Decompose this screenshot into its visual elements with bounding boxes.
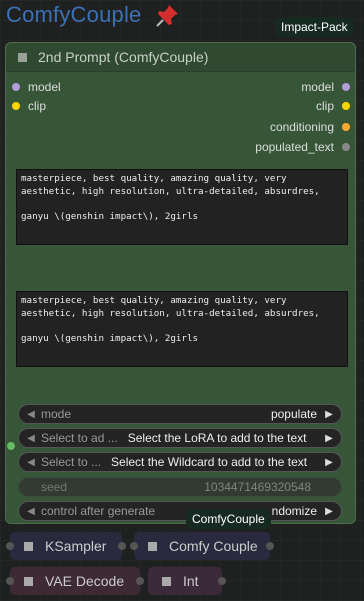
- wildcard-select-combo[interactable]: ◀ Select to ... Select the Wildcard to a…: [18, 452, 342, 472]
- widget-label: control after generate: [41, 504, 156, 518]
- group-title: ComfyCouple: [6, 2, 142, 27]
- conditioning-output-dot[interactable]: [342, 123, 350, 131]
- output-slot-populated-text[interactable]: populated_text: [255, 140, 350, 154]
- input-slot-model[interactable]: model: [12, 80, 61, 94]
- seed-field[interactable]: seed 1034471469320548: [18, 477, 342, 497]
- output-label: populated_text: [255, 140, 334, 154]
- output-slot-model[interactable]: model: [301, 80, 350, 94]
- populated-text-output[interactable]: masterpiece, best quality, amazing quali…: [16, 291, 348, 367]
- widget-value: 1034471469320548: [204, 480, 311, 494]
- right-arrow-icon[interactable]: ▶: [321, 506, 337, 517]
- wildcard-text-input[interactable]: masterpiece, best quality, amazing quali…: [16, 169, 348, 245]
- model-output-dot[interactable]: [342, 83, 350, 91]
- widget-value: ndomize: [271, 504, 317, 518]
- node-title: KSampler: [45, 538, 107, 554]
- node-title: Int: [183, 573, 199, 589]
- output-label: model: [301, 80, 334, 94]
- collapse-toggle[interactable]: [18, 52, 27, 62]
- mode-combo[interactable]: ◀ mode populate ▶: [18, 404, 342, 424]
- vae-decode-node[interactable]: VAE Decode: [6, 567, 144, 595]
- ksampler-node[interactable]: KSampler: [6, 532, 126, 560]
- input-label: clip: [28, 99, 47, 113]
- node-header[interactable]: 2nd Prompt (ComfyCouple): [6, 43, 355, 72]
- output-slot-conditioning[interactable]: conditioning: [270, 120, 350, 134]
- clip-input-dot[interactable]: [12, 102, 20, 110]
- output-dot[interactable]: [118, 542, 126, 550]
- collapse-toggle[interactable]: [24, 576, 33, 586]
- right-arrow-icon[interactable]: ▶: [321, 433, 337, 444]
- impact-pack-badge: Impact-Pack: [275, 17, 354, 37]
- seed-link-dot[interactable]: [7, 442, 15, 450]
- right-arrow-icon[interactable]: ▶: [321, 409, 337, 420]
- widget-label: seed: [41, 480, 68, 494]
- widget-label: Select to ad ...: [41, 431, 118, 445]
- left-arrow-icon[interactable]: ◀: [23, 433, 39, 444]
- node-title: Comfy Couple: [169, 538, 258, 554]
- pushpin-icon: [156, 5, 178, 27]
- collapse-toggle[interactable]: [24, 541, 33, 551]
- left-arrow-icon[interactable]: ◀: [23, 409, 39, 420]
- input-dot[interactable]: [6, 542, 14, 550]
- widget-value: populate: [270, 407, 317, 421]
- input-dot[interactable]: [6, 577, 14, 585]
- left-arrow-icon[interactable]: ◀: [23, 457, 39, 468]
- widget-label: mode: [41, 407, 72, 421]
- output-label: conditioning: [269, 120, 334, 134]
- output-dot[interactable]: [266, 542, 274, 550]
- input-slot-clip[interactable]: clip: [12, 99, 46, 113]
- left-arrow-icon[interactable]: ◀: [23, 506, 39, 517]
- prompt-node[interactable]: 2nd Prompt (ComfyCouple) model clip mode…: [5, 42, 356, 524]
- model-input-dot[interactable]: [12, 83, 20, 91]
- output-slot-clip[interactable]: clip: [316, 99, 350, 113]
- comfycouple-badge: ComfyCouple: [186, 509, 271, 529]
- input-dot[interactable]: [130, 542, 138, 550]
- output-dot[interactable]: [136, 577, 144, 585]
- lora-select-combo[interactable]: ◀ Select to ad ... Select the LoRA to ad…: [18, 428, 342, 448]
- populated-text-output-dot[interactable]: [342, 143, 350, 151]
- comfy-couple-node[interactable]: Comfy Couple: [130, 532, 274, 560]
- input-label: model: [28, 80, 61, 94]
- collapse-toggle[interactable]: [162, 576, 171, 586]
- clip-output-dot[interactable]: [342, 102, 350, 110]
- widget-label: Select to ...: [41, 455, 102, 469]
- output-dot[interactable]: [218, 577, 226, 585]
- node-title: VAE Decode: [45, 573, 125, 589]
- control-after-generate-combo[interactable]: ◀ control after generate ndomize ▶: [18, 501, 342, 521]
- output-label: clip: [315, 99, 334, 113]
- collapse-toggle[interactable]: [148, 541, 157, 551]
- widget-value: Select the LoRA to add to the text: [127, 431, 307, 445]
- node-title: 2nd Prompt (ComfyCouple): [38, 49, 209, 65]
- int-node[interactable]: Int: [148, 567, 226, 595]
- widget-value: Select the Wildcard to add to the text: [111, 455, 308, 469]
- right-arrow-icon[interactable]: ▶: [321, 457, 337, 468]
